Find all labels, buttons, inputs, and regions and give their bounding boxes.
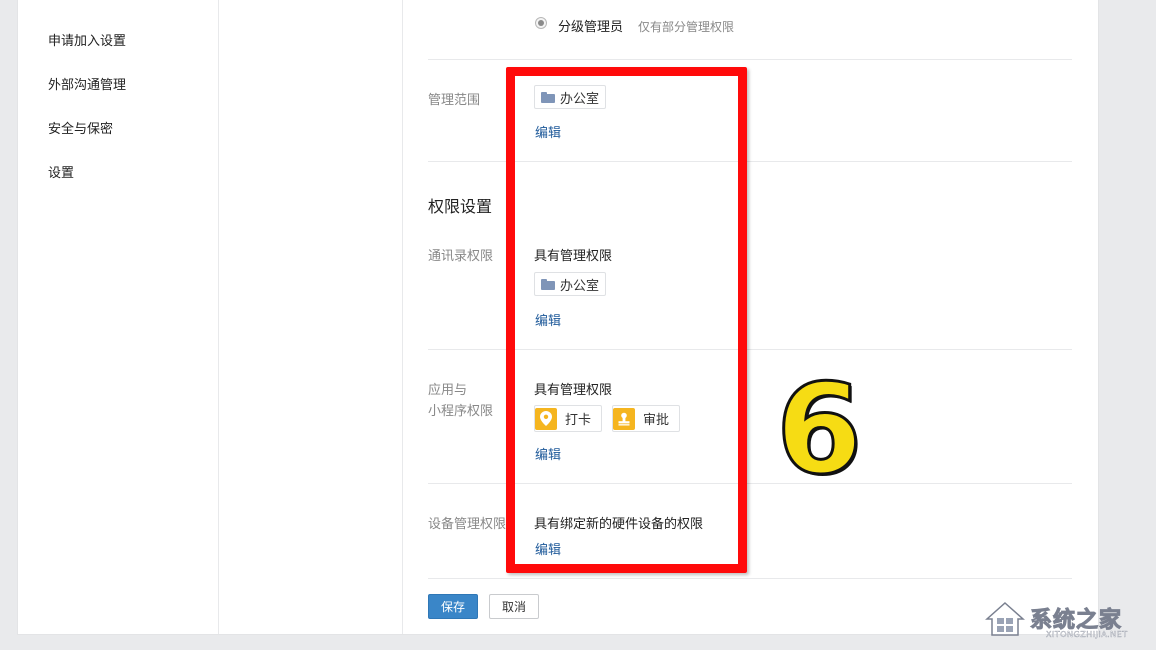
admin-type-option-label[interactable]: 分级管理员 bbox=[558, 16, 623, 35]
apps-permission-label-line1: 应用与 bbox=[428, 383, 468, 398]
column-divider bbox=[402, 0, 403, 634]
sidebar-item-join-settings[interactable]: 申请加入设置 bbox=[48, 30, 126, 49]
watermark-url: XITONGZHIJIA.NET bbox=[1046, 630, 1128, 639]
divider bbox=[428, 59, 1072, 60]
contacts-permission-label: 通讯录权限 bbox=[428, 249, 494, 264]
sidebar-item-settings[interactable]: 设置 bbox=[48, 162, 74, 181]
sidebar-item-external-communication[interactable]: 外部沟通管理 bbox=[48, 74, 126, 93]
divider bbox=[428, 578, 1072, 579]
highlight-box bbox=[506, 67, 747, 573]
cancel-button[interactable]: 取消 bbox=[489, 594, 539, 619]
apps-permission-label-line2: 小程序权限 bbox=[428, 404, 494, 419]
permissions-title: 权限设置 bbox=[428, 197, 493, 216]
watermark-logo-icon bbox=[985, 601, 1025, 636]
admin-type-radio[interactable] bbox=[535, 17, 547, 29]
step-number: 6 bbox=[774, 358, 863, 502]
devices-permission-label: 设备管理权限 bbox=[428, 517, 507, 532]
column-divider bbox=[218, 0, 219, 634]
sidebar-item-security[interactable]: 安全与保密 bbox=[48, 118, 113, 137]
save-button[interactable]: 保存 bbox=[428, 594, 478, 619]
admin-type-option-desc: 仅有部分管理权限 bbox=[638, 20, 735, 34]
scope-label: 管理范围 bbox=[428, 93, 481, 108]
